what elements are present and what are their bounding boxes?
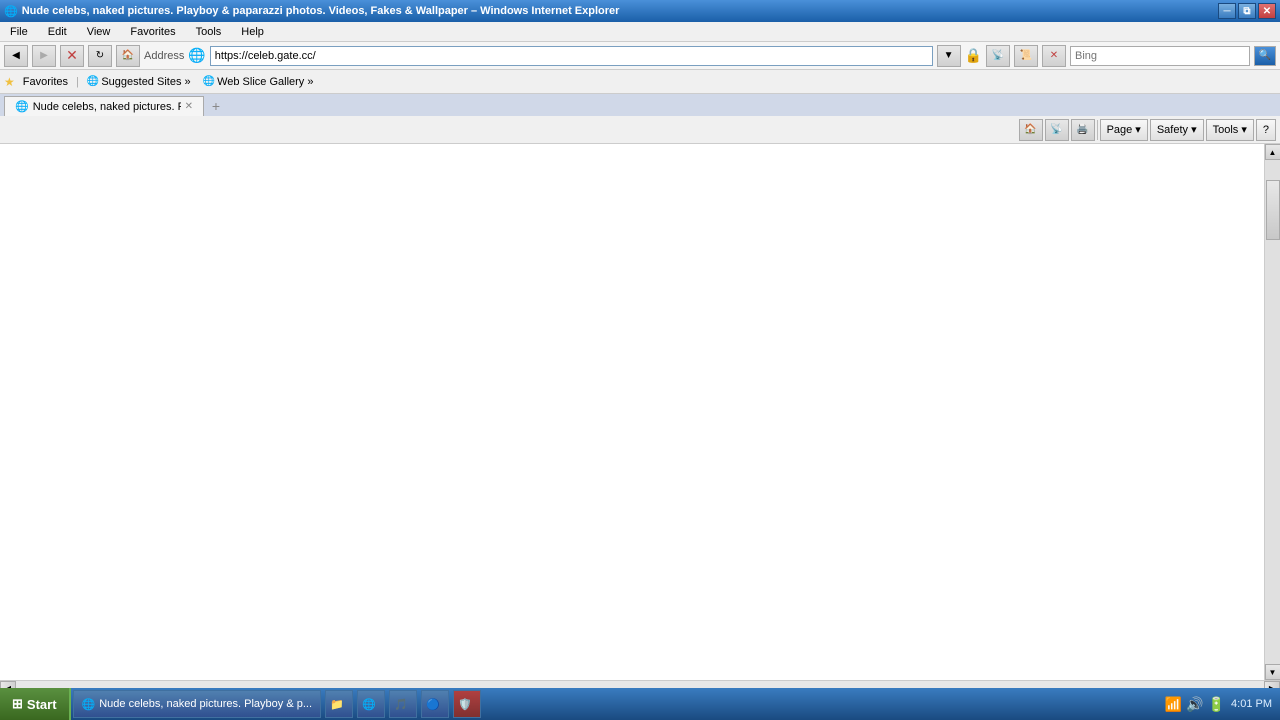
vertical-scrollbar[interactable]: ▲ ▼ xyxy=(1264,144,1280,680)
menu-favorites[interactable]: Favorites xyxy=(124,26,181,38)
scroll-down-button[interactable]: ▼ xyxy=(1265,664,1280,680)
toolbar-separator-1 xyxy=(1097,120,1098,140)
scroll-track[interactable] xyxy=(1265,160,1280,664)
page-content: ANY▶RUN xyxy=(0,144,1264,680)
restore-button[interactable]: ⧉ xyxy=(1238,3,1256,19)
home-button[interactable]: 🏠 xyxy=(116,45,140,67)
taskbar-ie2-icon: 🌐 xyxy=(362,698,376,711)
address-dropdown-button[interactable]: ▼ xyxy=(937,45,961,67)
taskbar-items: 🌐 Nude celebs, naked pictures. Playboy &… xyxy=(71,688,484,720)
taskbar: ⊞ Start 🌐 Nude celebs, naked pictures. P… xyxy=(0,688,1280,720)
address-input[interactable] xyxy=(210,46,933,66)
scroll-thumb[interactable] xyxy=(1266,180,1280,240)
back-button[interactable]: ◀ xyxy=(4,45,28,67)
security-icon: 🌐 xyxy=(188,47,205,64)
menu-edit[interactable]: Edit xyxy=(42,26,73,38)
taskbar-security-item[interactable]: 🛡️ xyxy=(453,690,481,718)
start-label: Start xyxy=(27,697,57,712)
tray-speaker-icon: 🔊 xyxy=(1186,696,1203,713)
help-label: ? xyxy=(1263,124,1269,136)
taskbar-chrome-item[interactable]: 🔵 xyxy=(421,690,449,718)
clock[interactable]: 4:01 PM xyxy=(1231,698,1272,710)
safety-label: Safety ▾ xyxy=(1157,123,1197,136)
tools-menu-button[interactable]: Tools ▾ xyxy=(1206,119,1254,141)
page-label: Page ▾ xyxy=(1107,123,1141,136)
taskbar-media-icon: 🎵 xyxy=(394,698,408,711)
taskbar-chrome-icon: 🔵 xyxy=(426,698,440,711)
taskbar-folder-item[interactable]: 📁 xyxy=(325,690,353,718)
scroll-up-button[interactable]: ▲ xyxy=(1265,144,1280,160)
browser-icon: 🌐 xyxy=(4,5,18,18)
taskbar-ie2-item[interactable]: 🌐 xyxy=(357,690,385,718)
lock-icon: 🔒 xyxy=(965,47,982,64)
menu-file[interactable]: File xyxy=(4,26,34,38)
favorites-button[interactable]: Favorites xyxy=(19,76,72,88)
start-button[interactable]: ⊞ Start xyxy=(0,688,71,720)
tab-bar: 🌐 Nude celebs, naked pictures. Playboy &… xyxy=(0,94,1280,116)
tab-icon: 🌐 xyxy=(15,100,29,113)
taskbar-explorer-item[interactable]: 🌐 Nude celebs, naked pictures. Playboy &… xyxy=(73,690,322,718)
menu-help[interactable]: Help xyxy=(235,26,270,38)
tray-network-icon: 📶 xyxy=(1165,696,1182,713)
toolbar-rss-button[interactable]: 📡 xyxy=(1045,119,1069,141)
suggested-sites-icon: 🌐 xyxy=(87,76,99,87)
taskbar-media-item[interactable]: 🎵 xyxy=(389,690,417,718)
tools-label: Tools ▾ xyxy=(1213,123,1247,136)
menu-bar: File Edit View Favorites Tools Help xyxy=(0,22,1280,42)
tab-close-button[interactable]: ✕ xyxy=(185,101,193,112)
taskbar-window-label: Nude celebs, naked pictures. Playboy & p… xyxy=(99,698,312,710)
taskbar-ie-icon: 🌐 xyxy=(82,698,96,711)
main-tab[interactable]: 🌐 Nude celebs, naked pictures. Playboy &… xyxy=(4,96,204,116)
window-title: Nude celebs, naked pictures. Playboy & p… xyxy=(22,5,620,17)
web-slice-icon: 🌐 xyxy=(203,76,215,87)
tray-icons: 📶 🔊 🔋 xyxy=(1165,696,1225,713)
help-button[interactable]: ? xyxy=(1256,119,1276,141)
separator-1: | xyxy=(76,76,79,88)
refresh-button[interactable]: ↻ xyxy=(88,45,112,67)
toolbar-row: 🏠 📡 🖨️ Page ▾ Safety ▾ Tools ▾ ? xyxy=(0,116,1280,144)
taskbar-right: 📶 🔊 🔋 4:01 PM xyxy=(1157,696,1280,713)
taskbar-folder-icon: 📁 xyxy=(330,698,344,711)
search-input[interactable] xyxy=(1070,46,1250,66)
address-bar: ◀ ▶ ✕ ↻ 🏠 Address 🌐 ▼ 🔒 📡 📜 ✕ 🔍 xyxy=(0,42,1280,70)
anyrun-watermark: ANY▶RUN xyxy=(1169,649,1260,670)
stop-button[interactable]: ✕ xyxy=(60,45,84,67)
taskbar-security-icon: 🛡️ xyxy=(458,698,472,711)
minimize-button[interactable]: ─ xyxy=(1218,3,1236,19)
toolbar-print-button[interactable]: 🖨️ xyxy=(1071,119,1095,141)
close-search-button[interactable]: ✕ xyxy=(1042,45,1066,67)
title-bar: 🌐 Nude celebs, naked pictures. Playboy &… xyxy=(0,0,1280,22)
favorites-bar: ★ Favorites | 🌐 Suggested Sites » 🌐 Web … xyxy=(0,70,1280,94)
tab-label: Nude celebs, naked pictures. Playboy & p… xyxy=(33,101,181,113)
rss-button[interactable]: 📡 xyxy=(986,45,1010,67)
forward-button[interactable]: ▶ xyxy=(32,45,56,67)
favorites-star-icon: ★ xyxy=(4,75,15,89)
close-button[interactable]: ✕ xyxy=(1258,3,1276,19)
menu-tools[interactable]: Tools xyxy=(190,26,228,38)
suggested-sites-button[interactable]: 🌐 Suggested Sites » xyxy=(83,76,195,88)
web-slice-label: Web Slice Gallery » xyxy=(217,76,313,88)
suggested-sites-label: Suggested Sites » xyxy=(101,76,190,88)
menu-view[interactable]: View xyxy=(81,26,117,38)
page-menu-button[interactable]: Page ▾ xyxy=(1100,119,1148,141)
web-slice-gallery-button[interactable]: 🌐 Web Slice Gallery » xyxy=(199,76,318,88)
windows-logo: ⊞ xyxy=(12,696,23,712)
safety-menu-button[interactable]: Safety ▾ xyxy=(1150,119,1204,141)
toolbar-home-button[interactable]: 🏠 xyxy=(1019,119,1043,141)
content-area: ANY▶RUN ▲ ▼ xyxy=(0,144,1280,680)
tray-battery-icon: 🔋 xyxy=(1208,696,1225,713)
certificate-button[interactable]: 📜 xyxy=(1014,45,1038,67)
search-button[interactable]: 🔍 xyxy=(1254,46,1276,66)
new-tab-button[interactable]: + xyxy=(206,96,226,116)
address-label: Address xyxy=(144,50,184,62)
favorites-label: Favorites xyxy=(23,76,68,88)
